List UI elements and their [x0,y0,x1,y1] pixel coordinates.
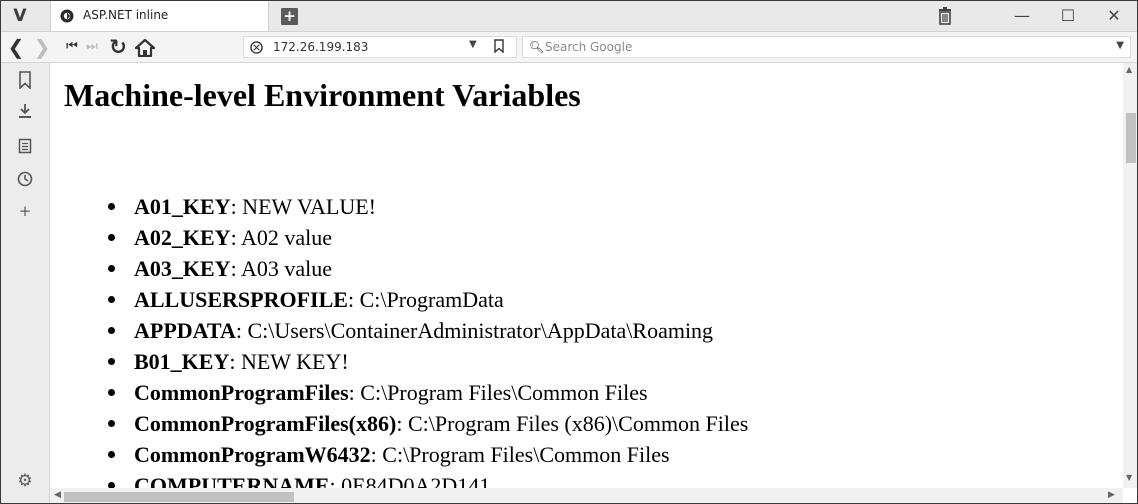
env-variable-item: COMPUTERNAME: 0E84D0A2D141 [50,470,748,488]
env-variable-key: B01_KEY [134,349,230,374]
search-input[interactable]: Search Google [545,40,632,54]
horizontal-scrollbar[interactable]: ◀ ▶ [50,488,1123,503]
url-field[interactable]: 172.26.199.183 ▼ [243,36,517,58]
bullet-icon [108,451,115,458]
scroll-right-icon[interactable]: ▶ [1108,490,1115,500]
browser-window: V ASP.NET inline + — ☐ ✕ ❮ ❯ ⏮ ⏭ ↻ 172.2… [0,0,1138,504]
scroll-up-icon[interactable]: ▲ [1126,65,1132,74]
env-variable-value: : NEW KEY! [229,349,349,374]
new-tab-button[interactable]: + [281,8,298,25]
download-icon[interactable] [18,103,32,119]
search-field[interactable]: 🔍︎ Search Google ▼ [522,36,1131,58]
globe-icon [250,41,263,54]
bullet-icon [108,420,115,427]
tab-asp-net-inline[interactable]: ASP.NET inline [50,1,269,31]
env-variable-value: : A03 value [230,256,332,281]
home-icon[interactable] [135,39,155,57]
env-variable-value: : C:\Program Files\Common Files [370,442,670,467]
env-variable-key: A02_KEY [134,225,231,250]
env-variable-key: CommonProgramFiles [134,380,349,405]
env-variable-item: CommonProgramFiles: C:\Program Files\Com… [50,377,748,408]
trash-icon[interactable] [937,7,953,25]
bookmark-icon[interactable] [18,71,32,89]
bullet-icon [108,358,115,365]
env-variable-value: : NEW VALUE! [230,194,377,219]
settings-icon[interactable]: ⚙ [15,471,35,491]
env-variable-item: CommonProgramFiles(x86): C:\Program File… [50,408,748,439]
search-icon: 🔍︎ [529,40,545,54]
back-icon[interactable]: ❮ [5,36,27,58]
env-variable-key: ALLUSERSPROFILE [134,287,348,312]
page-content: Machine-level Environment Variables A01_… [50,63,1123,488]
chevron-down-icon[interactable]: ▼ [469,39,477,50]
maximize-button[interactable]: ☐ [1045,1,1091,31]
rewind-icon[interactable]: ⏮ [61,36,83,58]
reload-icon[interactable]: ↻ [107,36,129,58]
url-text: 172.26.199.183 [273,40,369,54]
bullet-icon [108,234,115,241]
globe-icon [60,9,74,23]
notes-icon[interactable] [18,138,32,154]
page-title: Machine-level Environment Variables [64,77,581,113]
tab-title: ASP.NET inline [83,8,169,22]
minimize-button[interactable]: — [999,1,1045,31]
env-variable-value: : 0E84D0A2D141 [329,473,491,488]
env-variable-key: A01_KEY [134,194,231,219]
vivaldi-logo-icon[interactable]: V [11,7,29,25]
env-variable-item: B01_KEY: NEW KEY! [50,346,748,377]
env-variable-value: : C:\Program Files\Common Files [348,380,648,405]
title-bar: V ASP.NET inline + — ☐ ✕ [1,1,1137,32]
fast-forward-icon[interactable]: ⏭ [81,36,103,58]
env-variable-value: : A02 value [230,225,332,250]
bullet-icon [108,389,115,396]
env-variable-key: A03_KEY [134,256,231,281]
address-bar: ❮ ❯ ⏮ ⏭ ↻ 172.26.199.183 ▼ 🔍︎ Search Goo… [1,32,1137,63]
env-variable-key: CommonProgramW6432 [134,442,371,467]
vertical-scrollbar[interactable]: ▲ ▼ [1123,63,1137,488]
bullet-icon [108,203,115,210]
env-variable-value: : C:\Program Files (x86)\Common Files [396,411,749,436]
env-variable-item: CommonProgramW6432: C:\Program Files\Com… [50,439,748,470]
history-icon[interactable] [17,171,33,187]
env-variable-item: APPDATA: C:\Users\ContainerAdministrator… [50,315,748,346]
bullet-icon [108,296,115,303]
side-panel: + ⚙ [1,63,50,503]
env-variable-value: : C:\Users\ContainerAdministrator\AppDat… [235,318,714,343]
bullet-icon [108,327,115,334]
env-variable-item: A01_KEY: NEW VALUE! [50,191,748,222]
add-panel-icon[interactable]: + [15,201,35,221]
env-variable-key: COMPUTERNAME [134,473,330,488]
bookmark-icon[interactable] [494,39,504,53]
env-variable-item: A02_KEY: A02 value [50,222,748,253]
env-variable-list: A01_KEY: NEW VALUE! A02_KEY: A02 value A03… [50,191,748,488]
env-variable-key: CommonProgramFiles(x86) [134,411,397,436]
vertical-scroll-thumb[interactable] [1126,113,1136,163]
env-variable-item: ALLUSERSPROFILE: C:\ProgramData [50,284,748,315]
close-button[interactable]: ✕ [1091,1,1137,31]
horizontal-scroll-thumb[interactable] [64,492,294,502]
bullet-icon [108,265,115,272]
scroll-down-icon[interactable]: ▼ [1126,473,1132,482]
env-variable-key: APPDATA [134,318,236,343]
env-variable-value: : C:\ProgramData [347,287,504,312]
forward-icon[interactable]: ❯ [31,36,53,58]
chevron-down-icon[interactable]: ▼ [1116,40,1124,51]
scroll-left-icon[interactable]: ◀ [54,490,61,500]
env-variable-item: A03_KEY: A03 value [50,253,748,284]
